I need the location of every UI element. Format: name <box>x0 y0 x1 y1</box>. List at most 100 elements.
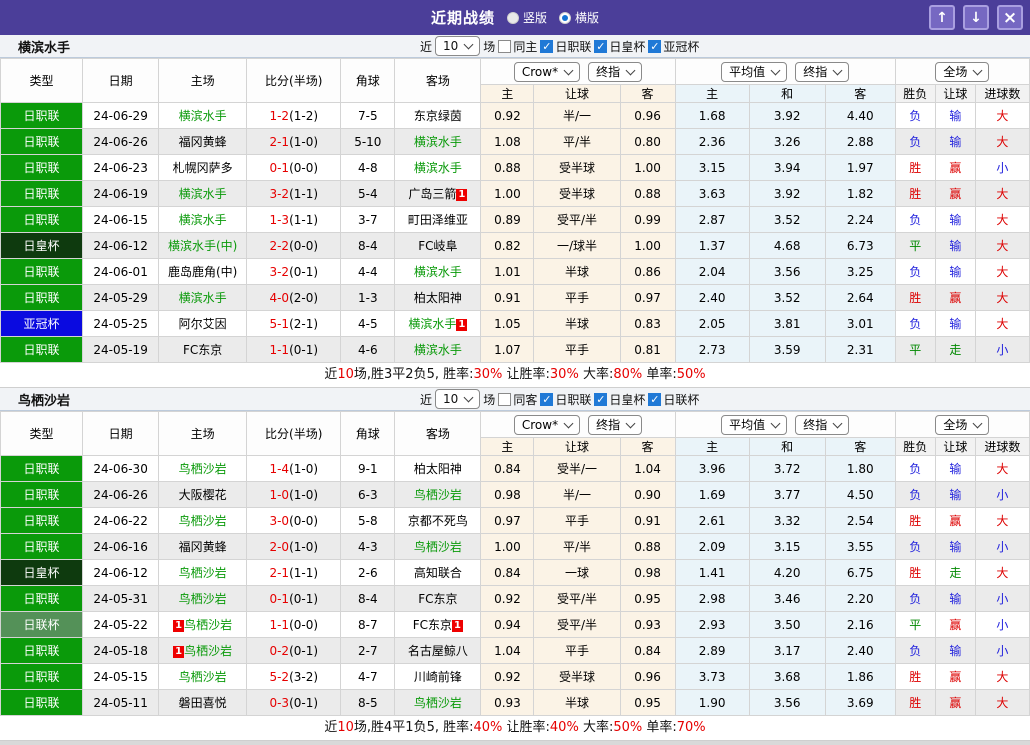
asia-away-odds-cell: 1.00 <box>619 232 676 259</box>
red-card-badge: 1 <box>173 620 185 632</box>
handicap-result-cell: 走 <box>934 559 976 586</box>
handicap-result-cell: 输 <box>934 481 976 508</box>
competition-type-cell: 日职联 <box>0 663 84 690</box>
summary-segment: 50% <box>613 720 643 735</box>
result-sub-header: 让球 <box>934 84 976 103</box>
result-sub-header: 胜负 <box>894 437 936 456</box>
competition-type-cell: 日职联 <box>0 206 84 233</box>
handicap-result-cell: 赢 <box>934 180 976 207</box>
date-cell: 24-06-23 <box>82 154 160 181</box>
summary-segment: 近 <box>324 720 338 735</box>
fulltime-score: 4-0 <box>269 290 290 305</box>
games-count-select[interactable]: 10 <box>435 389 481 409</box>
competition-checkbox[interactable]: 日职联 <box>540 391 591 408</box>
competition-checkbox[interactable]: 日皇杯 <box>594 38 645 55</box>
asia-away-odds-cell: 0.83 <box>619 310 676 337</box>
asia-odds-group-header: Crow* 终指 <box>480 58 676 85</box>
away-team-cell: 京都不死鸟 <box>394 507 482 534</box>
europe-odds-group-header: 平均值 终指 <box>674 411 896 438</box>
competition-checkbox[interactable]: 亚冠杯 <box>648 38 699 55</box>
home-team-name: 鸟栖沙岩 <box>178 462 227 476</box>
asia-home-odds-cell: 0.94 <box>480 611 535 638</box>
games-suffix-label: 场 <box>483 392 496 407</box>
date-cell: 24-05-29 <box>82 284 160 311</box>
home-team-name: 横滨水手 <box>178 213 227 227</box>
euro-home-odds-cell: 1.41 <box>674 559 750 586</box>
competition-checkbox[interactable]: 日皇杯 <box>594 391 645 408</box>
bookmaker-select[interactable]: Crow* <box>513 61 581 82</box>
average-odds-select[interactable]: 平均值 <box>721 61 788 82</box>
radio-vertical-layout[interactable]: 竖版 <box>506 9 547 26</box>
match-row: 日职联 24-06-19 横滨水手 3-2(1-1) 5-4 广岛三箭 1 1.00 受半球 0.… <box>0 180 1030 207</box>
euro-final-odds-select[interactable]: 终指 <box>795 61 850 82</box>
competition-label: 日皇杯 <box>609 39 646 54</box>
team-name: 鸟栖沙岩 <box>18 393 71 409</box>
euro-home-odds-cell: 2.98 <box>674 585 750 612</box>
move-up-button[interactable]: ↑ <box>929 5 955 30</box>
asia-home-odds-cell: 0.84 <box>480 559 535 586</box>
same-venue-checkbox[interactable]: 同客 <box>498 391 537 408</box>
asia-home-odds-cell: 0.89 <box>480 206 535 233</box>
winlose-result-cell: 负 <box>894 481 936 508</box>
header-group-row: 类型 日期 主场 比分(半场) 角球 客场 Crow* 终指 平均值 终指 全场 <box>0 411 1030 456</box>
checkbox-checked-icon <box>540 39 554 53</box>
date-cell: 24-06-26 <box>82 128 160 155</box>
fulltime-score: 0-2 <box>269 643 290 658</box>
bookmaker-select[interactable]: Crow* <box>513 414 581 435</box>
match-row: 日职联 24-06-01 鹿岛鹿角(中) 3-2(0-1) 4-4 横滨水手 1.01 半球 0… <box>0 258 1030 285</box>
competition-type-cell: 日职联 <box>0 128 84 155</box>
competition-type-cell: 日职联 <box>0 336 84 363</box>
date-cell: 24-05-22 <box>82 611 160 638</box>
euro-home-odds-cell: 2.05 <box>674 310 750 337</box>
competition-checkbox[interactable]: 日职联 <box>540 38 591 55</box>
asia-final-odds-select[interactable]: 终指 <box>588 414 643 435</box>
result-sub-header: 胜负 <box>894 84 936 103</box>
competition-type-cell: 日皇杯 <box>0 232 84 259</box>
winlose-result-cell: 负 <box>894 128 936 155</box>
goals-result-cell: 大 <box>974 128 1030 155</box>
score-cell: 4-0(2-0) <box>246 284 342 311</box>
asia-home-odds-cell: 1.00 <box>480 180 535 207</box>
away-team-cell: 东京绿茵 <box>394 102 482 129</box>
euro-draw-odds-cell: 3.50 <box>748 611 826 638</box>
score-column-header: 比分(半场) <box>246 58 342 103</box>
euro-home-odds-cell: 3.63 <box>674 180 750 207</box>
halftime-score: (0-1) <box>289 643 319 658</box>
euro-away-odds-cell: 2.24 <box>824 206 896 233</box>
move-down-button[interactable]: ↓ <box>963 5 989 30</box>
corners-cell: 8-7 <box>340 611 396 638</box>
away-team-name: 高知联合 <box>413 566 462 580</box>
same-venue-label: 同客 <box>513 392 538 407</box>
away-team-name: FC岐阜 <box>418 239 458 253</box>
euro-away-odds-cell: 6.73 <box>824 232 896 259</box>
average-odds-select[interactable]: 平均值 <box>721 414 788 435</box>
corners-cell: 7-5 <box>340 102 396 129</box>
away-team-cell: 横滨水手 1 <box>394 310 482 337</box>
corners-cell: 6-3 <box>340 481 396 508</box>
euro-final-odds-select[interactable]: 终指 <box>795 414 850 435</box>
competition-label: 日职联 <box>555 39 592 54</box>
red-card-badge: 1 <box>173 646 185 658</box>
match-scope-select[interactable]: 全场 <box>935 414 990 435</box>
team-section: 横滨水手近10场同主日职联日皇杯亚冠杯类型日期主场比分(半场)角球客场Crow*… <box>0 35 1030 388</box>
asia-away-odds-cell: 0.93 <box>619 611 676 638</box>
competition-type-cell: 日职联 <box>0 689 84 716</box>
winlose-result-cell: 平 <box>894 336 936 363</box>
corners-cell: 2-6 <box>340 559 396 586</box>
radio-horizontal-layout[interactable]: 横版 <box>559 9 599 26</box>
close-button[interactable]: × <box>997 5 1023 30</box>
games-count-value: 10 <box>443 39 459 53</box>
away-team-cell: 鸟栖沙岩 <box>394 481 482 508</box>
games-count-select[interactable]: 10 <box>435 36 481 56</box>
home-team-name: 札幌冈萨多 <box>172 161 233 175</box>
corners-cell: 1-3 <box>340 284 396 311</box>
competition-checkbox[interactable]: 日联杯 <box>648 391 699 408</box>
euro-draw-odds-cell: 3.59 <box>748 336 826 363</box>
asia-final-odds-select[interactable]: 终指 <box>588 61 643 82</box>
match-scope-select[interactable]: 全场 <box>935 61 990 82</box>
match-row: 日职联 24-06-29 横滨水手 1-2(1-2) 7-5 东京绿茵 0.92 半/一 0.9… <box>0 102 1030 129</box>
euro-away-odds-cell: 3.69 <box>824 689 896 716</box>
same-venue-checkbox[interactable]: 同主 <box>498 38 537 55</box>
goals-result-cell: 小 <box>974 481 1030 508</box>
asia-sub-header: 客 <box>619 437 676 456</box>
